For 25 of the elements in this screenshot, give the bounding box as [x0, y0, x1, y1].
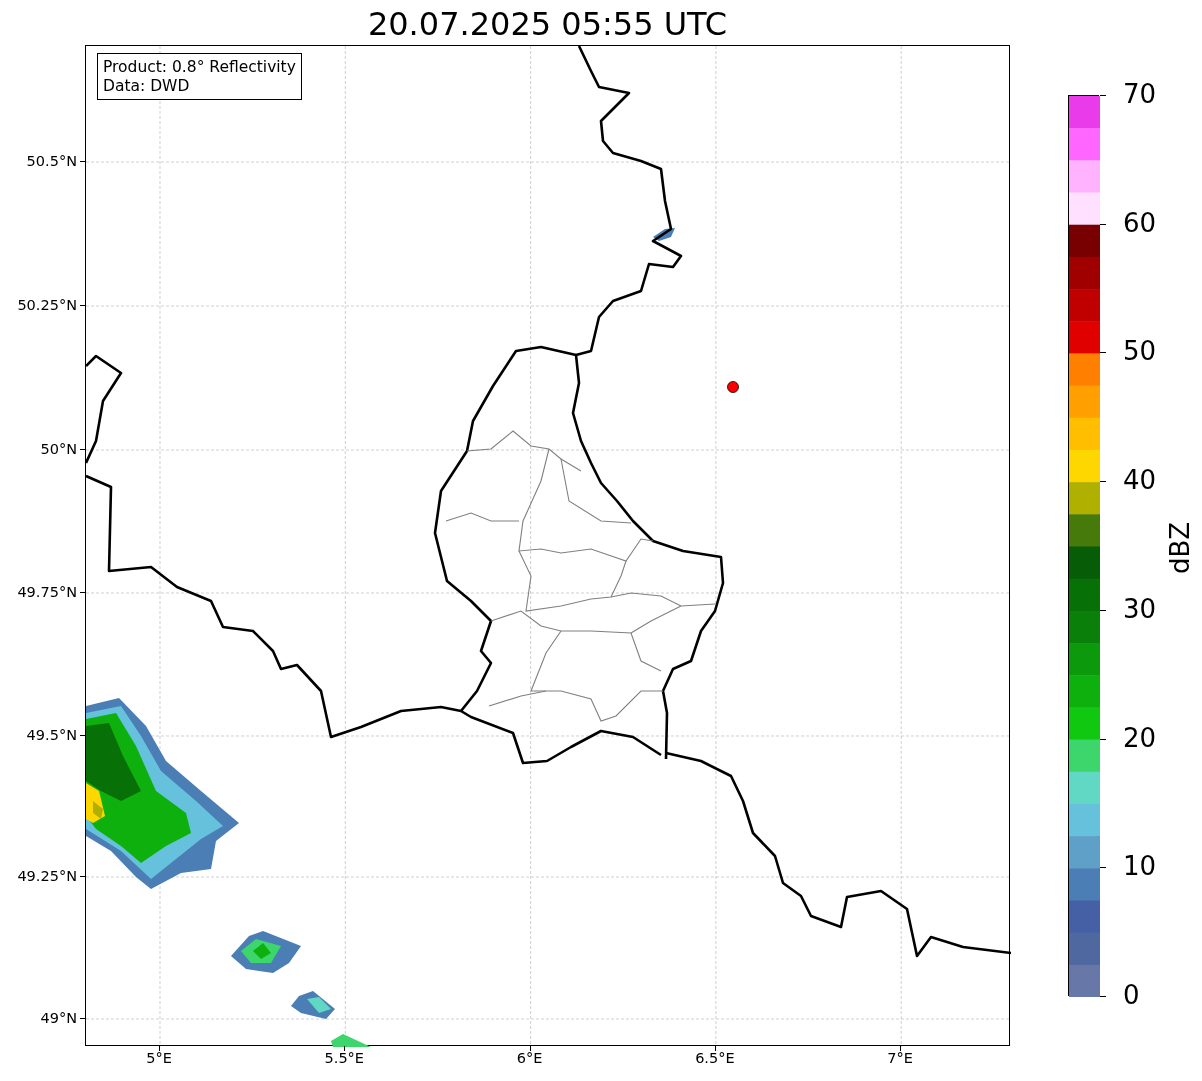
info-text: Product: 0.8° Reflectivity: [103, 58, 296, 77]
axis-tick-label: 50°N: [40, 441, 77, 457]
colorbar-tick-label: 50: [1123, 338, 1157, 365]
axis-tick-label: 5.5°E: [324, 1051, 365, 1066]
axis-tick-label: 50.25°N: [17, 297, 77, 313]
colorbar-tick-label: 20: [1123, 725, 1157, 752]
location-marker: [727, 381, 739, 393]
info-text: Data: DWD: [103, 76, 191, 96]
colorbar-tick-label: 70: [1123, 81, 1157, 108]
chart-title: 20.07.2025 05:55 UTC: [366, 8, 729, 40]
axis-tick-label: 6.5°E: [695, 1051, 735, 1066]
colorbar-tick-label: 60: [1123, 210, 1157, 237]
axis-tick-label: 6°E: [516, 1051, 543, 1066]
colorbar-tick-label: 40: [1123, 467, 1157, 494]
axis-tick-label: 49.5°N: [26, 727, 77, 743]
axis-tick-label: 5°E: [146, 1051, 172, 1066]
colorbar-tick-label: 30: [1123, 596, 1157, 623]
axis-tick-label: 49.75°N: [17, 584, 77, 600]
axis-tick-label: 49.25°N: [17, 868, 77, 884]
colorbar-label: dBZ: [1167, 521, 1193, 575]
axis-tick-label: 50.5°N: [26, 153, 77, 169]
axis-tick-label: 49°N: [40, 1010, 77, 1026]
colorbar-tick-label: 0: [1123, 982, 1140, 1009]
colorbar-tick-label: 10: [1123, 853, 1157, 880]
axis-tick-label: 7°E: [887, 1051, 913, 1066]
